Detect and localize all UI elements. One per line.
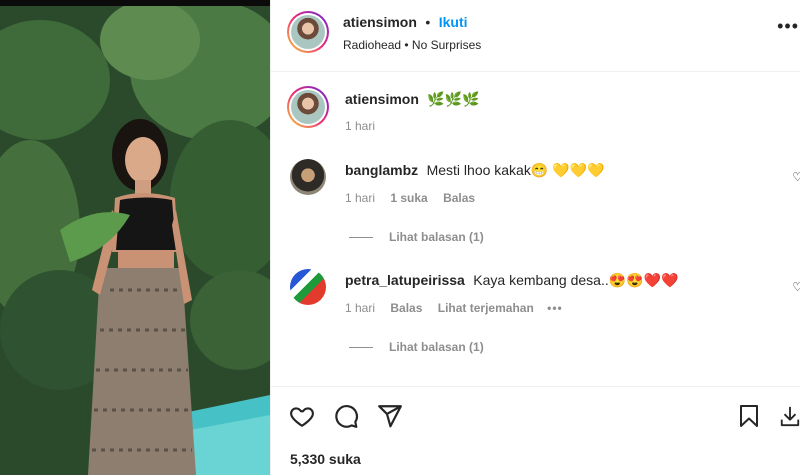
download-icon[interactable] (779, 403, 800, 434)
video-frame (0, 0, 270, 475)
comment-username[interactable]: petra_latupeirissa (345, 272, 465, 288)
divider-line (349, 347, 373, 349)
share-icon[interactable] (377, 403, 403, 434)
view-replies-label: Lihat balasan (1) (389, 230, 484, 244)
audio-label[interactable]: Radiohead • No Surprises (343, 38, 481, 52)
caption-time[interactable]: 1 hari (345, 119, 375, 133)
like-count[interactable]: 5,330 suka (290, 451, 361, 467)
comment-text: Mesti lhoo kakak😁 💛💛💛 (426, 162, 605, 178)
comment-body: petra_latupeirissa Kaya kembang desa..😍😍… (345, 272, 678, 290)
comment-like-icon[interactable]: ♡ (792, 280, 800, 294)
comment-icon[interactable] (333, 403, 359, 434)
view-replies-button[interactable]: Lihat balasan (1) (349, 230, 484, 244)
divider-line (349, 237, 373, 239)
comment-meta: 1 hari 1 suka Balas (345, 191, 475, 205)
reply-button[interactable]: Balas (443, 191, 475, 205)
separator-dot: • (425, 14, 431, 30)
caption: atiensimon 🌿🌿🌿 (345, 91, 480, 109)
author-username[interactable]: atiensimon (343, 14, 417, 30)
action-bar: 5,330 suka (271, 386, 800, 476)
caption-text: 🌿🌿🌿 (427, 91, 480, 107)
heart-icon[interactable] (289, 403, 315, 434)
translate-button[interactable]: Lihat terjemahan (438, 301, 534, 315)
comment-time[interactable]: 1 hari (345, 191, 375, 205)
view-replies-label: Lihat balasan (1) (389, 340, 484, 354)
comment-time[interactable]: 1 hari (345, 301, 375, 315)
comment-text: Kaya kembang desa..😍😍❤️❤️ (473, 272, 679, 288)
follow-button[interactable]: Ikuti (439, 14, 468, 30)
comment-like-count[interactable]: 1 suka (390, 191, 427, 205)
view-replies-button[interactable]: Lihat balasan (1) (349, 340, 484, 354)
comment-options-icon[interactable]: ••• (547, 301, 563, 315)
comment-body: banglambz Mesti lhoo kakak😁 💛💛💛 (345, 162, 604, 180)
author-line: atiensimon • Ikuti (343, 14, 468, 32)
post-header: atiensimon • Ikuti Radiohead • No Surpri… (271, 0, 800, 72)
bookmark-icon[interactable] (737, 403, 761, 434)
comment-avatar[interactable] (290, 269, 326, 305)
comment-username[interactable]: banglambz (345, 162, 418, 178)
caption-username[interactable]: atiensimon (345, 91, 419, 107)
post-video[interactable] (0, 0, 270, 475)
reply-button[interactable]: Balas (390, 301, 422, 315)
post-panel: atiensimon • Ikuti Radiohead • No Surpri… (270, 0, 800, 475)
comment-meta: 1 hari Balas Lihat terjemahan ••• (345, 301, 563, 315)
more-options-icon[interactable]: ••• (777, 16, 799, 37)
comment-like-icon[interactable]: ♡ (792, 170, 800, 184)
author-avatar[interactable] (287, 11, 329, 53)
comment-avatar[interactable] (290, 159, 326, 195)
caption-avatar[interactable] (287, 86, 329, 128)
